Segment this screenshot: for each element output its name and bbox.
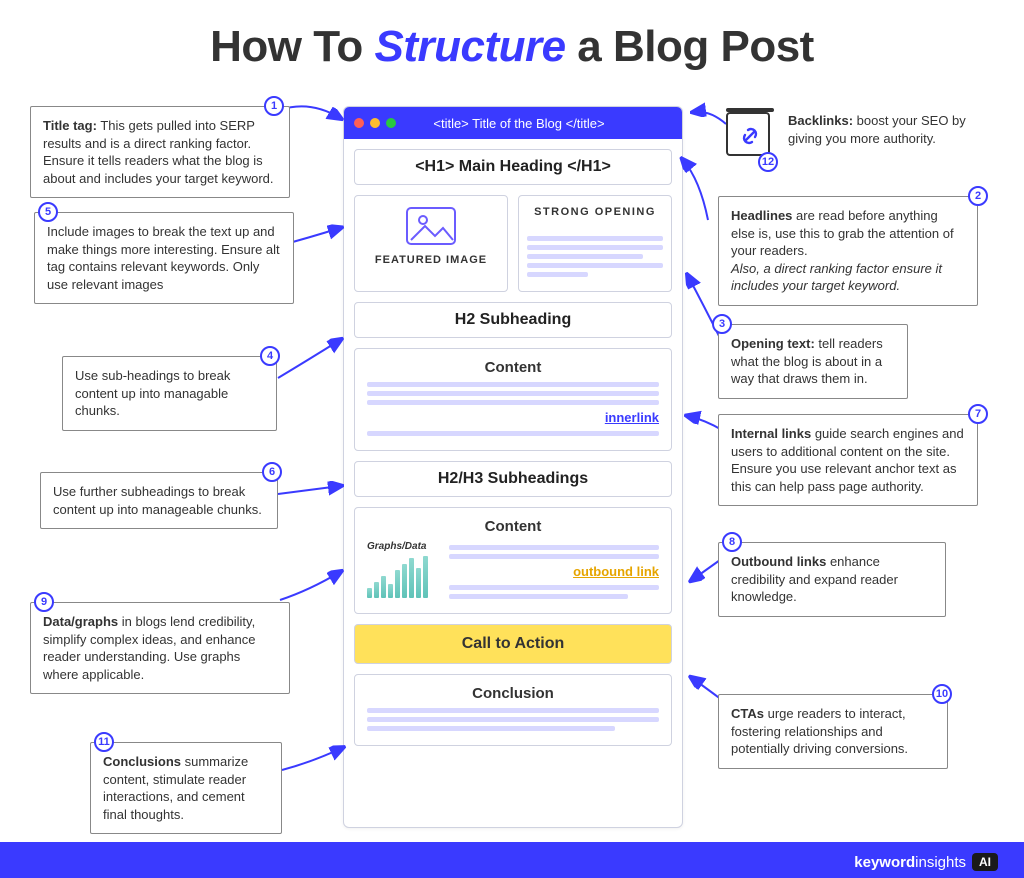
tip-ctas: CTAs urge readers to interact, fostering… (718, 694, 948, 769)
wireframe-body: <H1> Main Heading </H1> FEATURED IMAGE S… (344, 139, 682, 756)
h1-block: <H1> Main Heading </H1> (354, 149, 672, 185)
strong-opening-title: STRONG OPENING (534, 206, 656, 218)
content-2-title: Content (367, 518, 659, 535)
traffic-light-green (386, 118, 396, 128)
tip-subheadings: Use sub-headings to break content up int… (62, 356, 277, 431)
cta-block: Call to Action (354, 624, 672, 664)
wireframe-title-tag: <title> Title of the Blog </title> (402, 116, 672, 131)
title-accent: Structure (374, 22, 565, 71)
badge-4: 4 (260, 346, 280, 366)
blog-wireframe: <title> Title of the Blog </title> <H1> … (343, 106, 683, 828)
conclusion-title: Conclusion (367, 685, 659, 702)
infographic-page: How To Structure a Blog Post <title> Tit… (0, 0, 1024, 878)
tip-headlines: Headlines are read before anything else … (718, 196, 978, 306)
featured-image-block: FEATURED IMAGE (354, 195, 508, 292)
backlink-icon (726, 112, 770, 156)
badge-11: 11 (94, 732, 114, 752)
title-post: a Blog Post (566, 22, 814, 71)
tip-backlinks: Backlinks: boost your SEO by giving you … (784, 112, 984, 147)
badge-3: 3 (712, 314, 732, 334)
outbound-link-label: outbound link (573, 564, 659, 579)
badge-9: 9 (34, 592, 54, 612)
conclusion-block: Conclusion (354, 674, 672, 746)
graphs-data-widget: Graphs/Data (367, 541, 439, 598)
badge-10: 10 (932, 684, 952, 704)
badge-2: 2 (968, 186, 988, 206)
traffic-light-red (354, 118, 364, 128)
brand-logo: keywordinsights AI (854, 853, 998, 871)
ai-badge: AI (972, 853, 998, 871)
tip-title-tag: Title tag: This gets pulled into SERP re… (30, 106, 290, 198)
badge-12: 12 (758, 152, 778, 172)
featured-image-caption: FEATURED IMAGE (375, 254, 487, 266)
content-block-2: Content Graphs/Data outbound link (354, 507, 672, 614)
image-opening-row: FEATURED IMAGE STRONG OPENING (354, 195, 672, 292)
traffic-light-yellow (370, 118, 380, 128)
badge-5: 5 (38, 202, 58, 222)
badge-7: 7 (968, 404, 988, 424)
tip-outbound-links: Outbound links enhance credibility and e… (718, 542, 946, 617)
title-pre: How To (210, 22, 374, 71)
tip-data-graphs: Data/graphs in blogs lend credibility, s… (30, 602, 290, 694)
tip-opening-text: Opening text: tell readers what the blog… (718, 324, 908, 399)
innerlink-label: innerlink (605, 410, 659, 425)
image-icon (405, 206, 457, 246)
badge-1: 1 (264, 96, 284, 116)
badge-8: 8 (722, 532, 742, 552)
tip-conclusions: Conclusions summarize content, stimulate… (90, 742, 282, 834)
h2-h3-subheadings-block: H2/H3 Subheadings (354, 461, 672, 497)
opening-lines (527, 232, 663, 281)
wireframe-titlebar: <title> Title of the Blog </title> (344, 107, 682, 139)
content-block-1: Content innerlink (354, 348, 672, 451)
page-title: How To Structure a Blog Post (0, 0, 1024, 72)
strong-opening-block: STRONG OPENING (518, 195, 672, 292)
content-1-title: Content (367, 359, 659, 376)
content-1-lines (367, 382, 659, 405)
tip-images: Include images to break the text up and … (34, 212, 294, 304)
badge-6: 6 (262, 462, 282, 482)
graphs-label: Graphs/Data (367, 541, 439, 552)
tip-internal-links: Internal links guide search engines and … (718, 414, 978, 506)
tip-further-subheadings: Use further subheadings to break content… (40, 472, 278, 529)
h2-subheading-block: H2 Subheading (354, 302, 672, 338)
mini-bar-chart-icon (367, 556, 439, 598)
